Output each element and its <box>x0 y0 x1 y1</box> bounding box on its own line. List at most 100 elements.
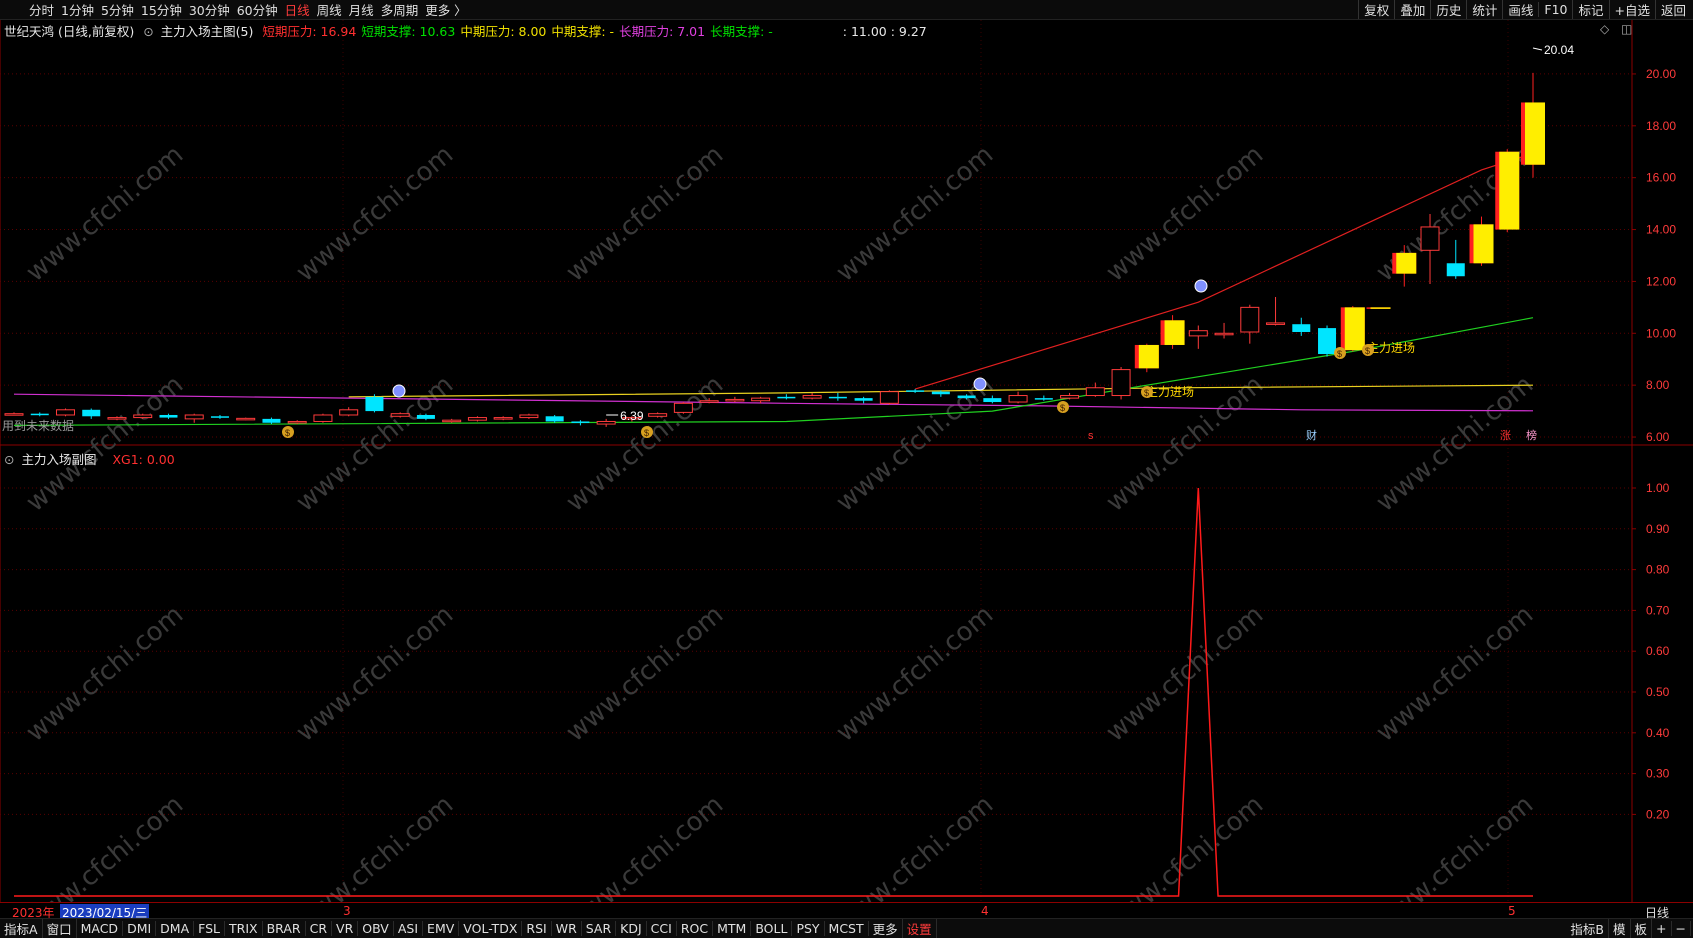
toolbar-button-6[interactable]: 标记 <box>1572 0 1608 19</box>
candle-body <box>1008 395 1028 403</box>
indicator-tab-macd[interactable]: MACD <box>77 921 124 936</box>
indicator-tab-指标a[interactable]: 指标A <box>0 919 43 938</box>
toolbar-button-5[interactable]: F10 <box>1538 2 1572 17</box>
indicator-tab-brar[interactable]: BRAR <box>263 921 306 936</box>
toolbar-button-8[interactable]: 返回 <box>1654 0 1691 19</box>
candle-body <box>828 396 847 399</box>
indicator-toggle-icon[interactable]: ⊙ <box>143 24 153 39</box>
indicator-right-1[interactable]: 模 <box>1609 919 1631 938</box>
candle-body <box>467 417 487 421</box>
indicator-right-0[interactable]: 指标B <box>1566 919 1609 938</box>
candle-body <box>571 421 590 423</box>
indicator-bar: 指标A 窗口 MACD DMI DMA FSL TRIX BRAR CR VR OBV ASI EMV V… <box>0 918 1693 938</box>
candle-body <box>699 400 719 403</box>
indicator-tab-vr[interactable]: VR <box>332 921 359 936</box>
indicator-tab-dma[interactable]: DMA <box>156 921 195 936</box>
toolbar-button-1[interactable]: 叠加 <box>1394 0 1430 19</box>
watermark-11: www.cfchi.com <box>1371 370 1540 518</box>
diamond-icon[interactable]: ◇ <box>1600 22 1609 36</box>
indicator-tab-mtm[interactable]: MTM <box>713 921 752 936</box>
indicator-right-4[interactable]: − <box>1672 921 1691 936</box>
indicator-tab-psy[interactable]: PSY <box>792 921 825 936</box>
candle-body <box>390 413 410 417</box>
indicator-tab-cci[interactable]: CCI <box>647 921 677 936</box>
stat-3: 中期支撑: - <box>551 24 615 39</box>
indicator-right-3[interactable]: + <box>1652 921 1672 936</box>
ytick-sub-3: 0.70 <box>1646 603 1670 617</box>
indicator-tab-vol-tdx[interactable]: VOL-TDX <box>459 921 523 936</box>
period-tab-1[interactable]: 1分钟 <box>61 0 94 19</box>
indicator-tab-rsi[interactable]: RSI <box>522 921 552 936</box>
candle-body-fill <box>1138 344 1159 369</box>
period-tab-3[interactable]: 15分钟 <box>141 0 182 19</box>
indicator-tab-wr[interactable]: WR <box>552 921 582 936</box>
money-bag-symbol-1: $ <box>644 428 649 438</box>
toolbar-actions: 复权 叠加 历史 统计 画线 F10 标记 +自选 返回 <box>1358 0 1691 19</box>
indicator-tab-cr[interactable]: CR <box>306 921 333 936</box>
indicator-tab-设置[interactable]: 设置 <box>903 919 937 938</box>
sub-toggle-icon[interactable]: ⊙ <box>4 452 14 467</box>
indicator-tab-roc[interactable]: ROC <box>677 921 714 936</box>
watermark-1: www.cfchi.com <box>291 140 460 288</box>
ytick-main-6: 8.00 <box>1646 378 1670 392</box>
ytick-sub-6: 0.40 <box>1646 726 1670 740</box>
indicator-tab-kdj[interactable]: KDJ <box>616 921 647 936</box>
ytick-sub-2: 0.80 <box>1646 563 1670 577</box>
money-bag-symbol-0: $ <box>285 428 290 438</box>
toolbar-button-3[interactable]: 统计 <box>1466 0 1502 19</box>
indicator-tab-更多[interactable]: 更多 <box>869 919 903 938</box>
indicator-tab-obv[interactable]: OBV <box>358 921 394 936</box>
period-tab-9[interactable]: 多周期 <box>381 0 419 19</box>
candle-body <box>802 395 822 399</box>
sub-title[interactable]: 主力入场副图 <box>21 452 96 467</box>
stock-title: 世纪天鸿 (日线,前复权) <box>4 24 135 39</box>
period-tab-7[interactable]: 周线 <box>317 0 342 19</box>
watermark-0: www.cfchi.com <box>21 140 190 288</box>
watermark-20: www.cfchi.com <box>561 790 730 902</box>
ytick-main-7: 6.00 <box>1646 430 1670 444</box>
candle-body <box>493 417 513 420</box>
period-tab-4[interactable]: 30分钟 <box>189 0 230 19</box>
candle-body <box>931 391 950 395</box>
indicator-tab-mcst[interactable]: MCST <box>825 921 869 936</box>
indicator-stats: 短期压力: 16.94 短期支撑: 10.63 中期压力: 8.00 中期支撑: - 长… <box>262 24 777 39</box>
indicator-tab-dmi[interactable]: DMI <box>123 921 157 936</box>
period-tab-5[interactable]: 60分钟 <box>237 0 278 19</box>
indicator-tab-sar[interactable]: SAR <box>582 921 617 936</box>
indicator-tab-asi[interactable]: ASI <box>394 921 424 936</box>
toolbar-button-4[interactable]: 画线 <box>1502 0 1538 19</box>
candle-body <box>1266 322 1286 325</box>
future-data-note: 用到未来数据 <box>2 418 74 433</box>
candle-body-fill <box>1370 307 1391 309</box>
toolbar-button-2[interactable]: 历史 <box>1430 0 1466 19</box>
indicator-right-2[interactable]: 板 <box>1631 919 1653 938</box>
indicator-name[interactable]: 主力入场主图(5) <box>161 24 254 39</box>
watermark-8: www.cfchi.com <box>561 370 730 518</box>
face-icon <box>392 384 406 398</box>
period-tab-10[interactable]: 更多 〉 <box>425 0 466 19</box>
chart-area[interactable]: 20.00 18.00 16.00 14.00 12.00 10.00 8.00 6.00 1.… <box>0 20 1693 902</box>
watermark-23: www.cfchi.com <box>1371 790 1540 902</box>
candle-body <box>1034 398 1053 400</box>
period-tab-0[interactable]: 分时 <box>29 0 54 19</box>
indicator-tab-trix[interactable]: TRIX <box>225 921 263 936</box>
candle-body-fill <box>1164 320 1185 345</box>
indicator-tab-emv[interactable]: EMV <box>423 921 460 936</box>
indicator-tabs: 指标A 窗口 MACD DMI DMA FSL TRIX BRAR CR VR OBV ASI EMV V… <box>0 919 937 938</box>
candle-body <box>82 409 101 417</box>
candle-body <box>365 396 384 412</box>
month-label-3: 3 <box>343 904 351 918</box>
watermark-17: www.cfchi.com <box>1371 600 1540 748</box>
candle-body <box>1420 226 1440 251</box>
toolbar-button-7[interactable]: +自选 <box>1608 0 1655 19</box>
toolbar-button-0[interactable]: 复权 <box>1358 0 1394 19</box>
indicator-tab-fsl[interactable]: FSL <box>194 921 226 936</box>
indicator-tab-boll[interactable]: BOLL <box>751 921 793 936</box>
panel-toggle-icon[interactable]: ◫ <box>1621 22 1632 36</box>
watermark-4: www.cfchi.com <box>1101 140 1270 288</box>
watermark-12: www.cfchi.com <box>21 600 190 748</box>
period-tab-6[interactable]: 日线 <box>285 0 310 19</box>
period-tab-8[interactable]: 月线 <box>349 0 374 19</box>
indicator-tab-窗口[interactable]: 窗口 <box>43 919 77 938</box>
period-tab-2[interactable]: 5分钟 <box>101 0 134 19</box>
